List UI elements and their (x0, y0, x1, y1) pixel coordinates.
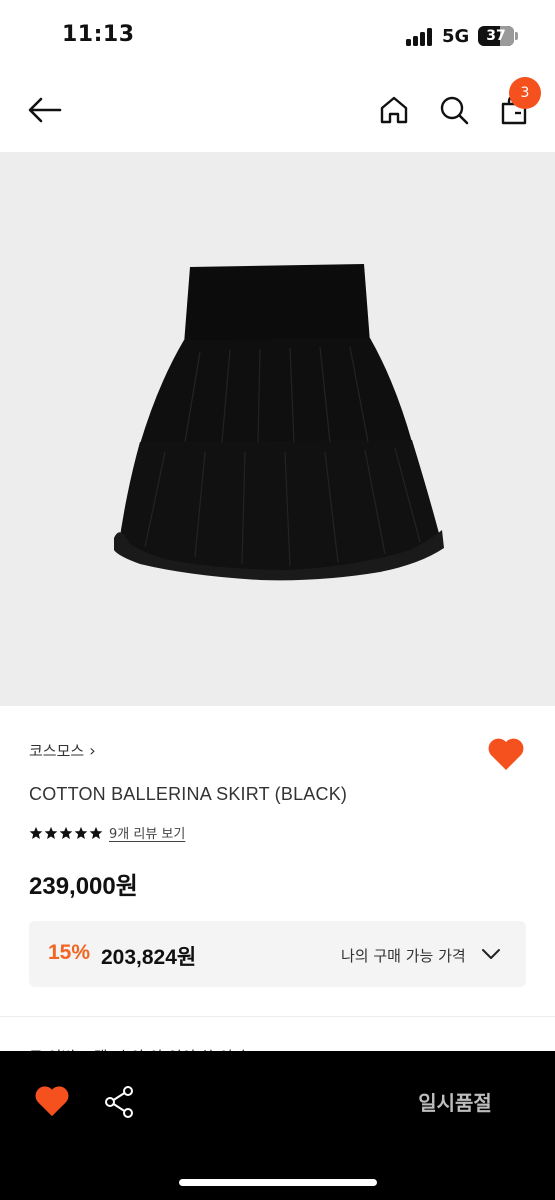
soldout-button[interactable]: 일시품절 (390, 1083, 520, 1123)
heart-icon (488, 738, 524, 770)
battery-nub (515, 32, 518, 40)
home-icon (380, 96, 408, 124)
review-link[interactable]: 9개 리뷰 보기 (109, 823, 185, 842)
search-icon (440, 96, 469, 125)
chevron-right-icon: › (89, 741, 96, 760)
my-price-label: 나의 구매 가능 가격 (341, 947, 466, 965)
battery-level: 37 (486, 28, 506, 44)
status-bar: 11:13 5G 37 (0, 0, 555, 72)
divider (0, 1016, 555, 1017)
star-rating (29, 826, 103, 840)
my-price-dropdown[interactable]: 15% 203,824원 나의 구매 가능 가격 (29, 921, 526, 987)
home-indicator[interactable] (179, 1179, 377, 1186)
wishlist-button[interactable] (486, 736, 526, 772)
network-label: 5G (442, 26, 470, 47)
share-button[interactable] (104, 1085, 136, 1119)
battery-icon: 37 (478, 26, 514, 46)
bottom-wishlist-button[interactable] (33, 1084, 71, 1118)
rating-row: 9개 리뷰 보기 (29, 823, 185, 842)
product-price: 239,000원 (29, 873, 138, 900)
discount-percent: 15% (48, 941, 91, 964)
back-button[interactable] (20, 90, 70, 130)
bottom-action-bar: 일시품절 (0, 1051, 555, 1200)
share-icon (105, 1086, 133, 1118)
product-image[interactable] (0, 152, 555, 706)
product-name: COTTON BALLERINA SKIRT (BLACK) (29, 784, 348, 804)
star-icon (74, 826, 88, 839)
skirt-image (114, 264, 444, 581)
status-time: 11:13 (62, 22, 135, 47)
heart-icon (35, 1086, 69, 1117)
search-button[interactable] (432, 88, 476, 132)
discount-price: 203,824원 (101, 946, 197, 969)
top-nav (0, 72, 555, 150)
star-icon (44, 826, 58, 839)
brand-link[interactable]: 코스모스 › (29, 740, 96, 761)
signal-icon (406, 28, 436, 46)
star-icon (29, 826, 43, 839)
arrow-left-icon (28, 97, 62, 123)
star-icon (89, 826, 103, 839)
chevron-down-icon (482, 949, 500, 959)
cart-count-badge: 3 (509, 77, 541, 109)
star-icon (59, 826, 73, 839)
home-button[interactable] (372, 88, 416, 132)
brand-name: 코스모스 (29, 742, 85, 760)
